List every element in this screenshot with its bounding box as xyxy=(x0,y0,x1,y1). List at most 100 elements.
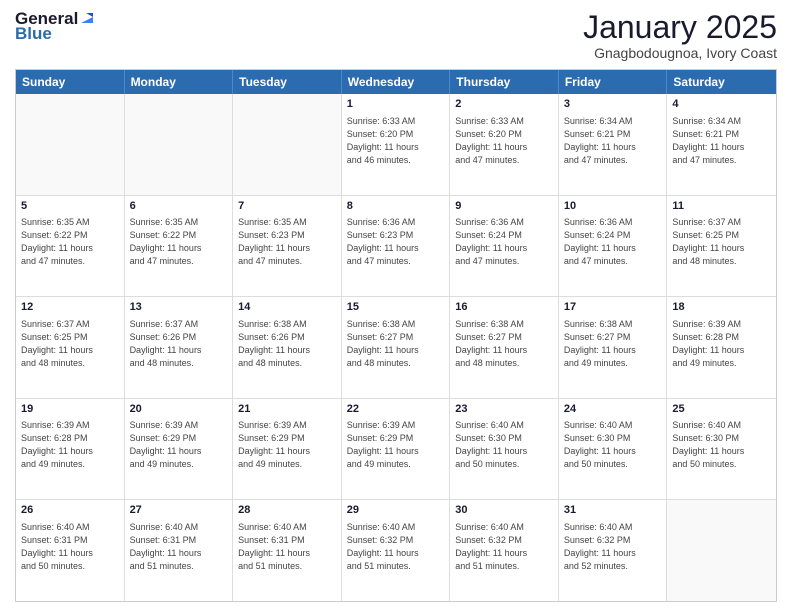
header-day-saturday: Saturday xyxy=(667,70,776,94)
day-cell-16: 16 Sunrise: 6:38 AM Sunset: 6:27 PM Dayli… xyxy=(450,297,559,398)
day-number: 20 xyxy=(130,402,228,417)
day-info: Sunrise: 6:37 AM Sunset: 6:26 PM Dayligh… xyxy=(130,318,228,370)
day-number: 9 xyxy=(455,199,553,214)
day-number: 11 xyxy=(672,199,771,214)
header-day-friday: Friday xyxy=(559,70,668,94)
day-cell-5: 5 Sunrise: 6:35 AM Sunset: 6:22 PM Daylig… xyxy=(16,196,125,297)
day-cell-4: 4 Sunrise: 6:34 AM Sunset: 6:21 PM Daylig… xyxy=(667,94,776,195)
day-info: Sunrise: 6:33 AM Sunset: 6:20 PM Dayligh… xyxy=(347,115,445,167)
day-cell-21: 21 Sunrise: 6:39 AM Sunset: 6:29 PM Dayli… xyxy=(233,399,342,500)
day-number: 18 xyxy=(672,300,771,315)
day-number: 23 xyxy=(455,402,553,417)
day-info: Sunrise: 6:38 AM Sunset: 6:26 PM Dayligh… xyxy=(238,318,336,370)
day-cell-3: 3Sunrise: 6:34 AM Sunset: 6:21 PM Daylig… xyxy=(559,94,668,195)
title-area: January 2025 Gnagbodougnoa, Ivory Coast xyxy=(583,10,777,61)
calendar-row-4: 26 Sunrise: 6:40 AM Sunset: 6:31 PM Dayli… xyxy=(16,500,776,601)
header-day-wednesday: Wednesday xyxy=(342,70,451,94)
day-number: 28 xyxy=(238,503,336,518)
day-number: 21 xyxy=(238,402,336,417)
day-info: Sunrise: 6:39 AM Sunset: 6:29 PM Dayligh… xyxy=(130,419,228,471)
empty-cell xyxy=(233,94,342,195)
day-info: Sunrise: 6:38 AM Sunset: 6:27 PM Dayligh… xyxy=(347,318,445,370)
day-cell-29: 29 Sunrise: 6:40 AM Sunset: 6:32 PM Dayli… xyxy=(342,500,451,601)
day-cell-15: 15 Sunrise: 6:38 AM Sunset: 6:27 PM Dayli… xyxy=(342,297,451,398)
header: General Blue January 2025 Gnagbodougnoa,… xyxy=(15,10,777,61)
day-info: Sunrise: 6:39 AM Sunset: 6:29 PM Dayligh… xyxy=(347,419,445,471)
calendar-row-0: 1Sunrise: 6:33 AM Sunset: 6:20 PM Daylig… xyxy=(16,94,776,196)
day-number: 29 xyxy=(347,503,445,518)
day-cell-14: 14 Sunrise: 6:38 AM Sunset: 6:26 PM Dayli… xyxy=(233,297,342,398)
day-info: Sunrise: 6:35 AM Sunset: 6:23 PM Dayligh… xyxy=(238,216,336,268)
day-number: 12 xyxy=(21,300,119,315)
empty-cell xyxy=(16,94,125,195)
day-number: 27 xyxy=(130,503,228,518)
day-cell-27: 27 Sunrise: 6:40 AM Sunset: 6:31 PM Dayli… xyxy=(125,500,234,601)
day-info: Sunrise: 6:40 AM Sunset: 6:31 PM Dayligh… xyxy=(130,521,228,573)
day-cell-17: 17Sunrise: 6:38 AM Sunset: 6:27 PM Dayli… xyxy=(559,297,668,398)
day-info: Sunrise: 6:34 AM Sunset: 6:21 PM Dayligh… xyxy=(564,115,662,167)
day-cell-1: 1Sunrise: 6:33 AM Sunset: 6:20 PM Daylig… xyxy=(342,94,451,195)
logo: General Blue xyxy=(15,10,93,42)
day-cell-6: 6Sunrise: 6:35 AM Sunset: 6:22 PM Daylig… xyxy=(125,196,234,297)
day-cell-24: 24Sunrise: 6:40 AM Sunset: 6:30 PM Dayli… xyxy=(559,399,668,500)
day-cell-18: 18 Sunrise: 6:39 AM Sunset: 6:28 PM Dayli… xyxy=(667,297,776,398)
header-day-sunday: Sunday xyxy=(16,70,125,94)
day-number: 15 xyxy=(347,300,445,315)
day-cell-9: 9 Sunrise: 6:36 AM Sunset: 6:24 PM Daylig… xyxy=(450,196,559,297)
day-info: Sunrise: 6:35 AM Sunset: 6:22 PM Dayligh… xyxy=(21,216,119,268)
day-cell-10: 10 Sunrise: 6:36 AM Sunset: 6:24 PM Dayli… xyxy=(559,196,668,297)
day-cell-2: 2Sunrise: 6:33 AM Sunset: 6:20 PM Daylig… xyxy=(450,94,559,195)
day-info: Sunrise: 6:40 AM Sunset: 6:32 PM Dayligh… xyxy=(347,521,445,573)
day-info: Sunrise: 6:40 AM Sunset: 6:30 PM Dayligh… xyxy=(672,419,771,471)
day-number: 2 xyxy=(455,97,553,112)
day-number: 10 xyxy=(564,199,662,214)
day-cell-20: 20 Sunrise: 6:39 AM Sunset: 6:29 PM Dayli… xyxy=(125,399,234,500)
day-number: 14 xyxy=(238,300,336,315)
day-info: Sunrise: 6:39 AM Sunset: 6:28 PM Dayligh… xyxy=(21,419,119,471)
day-number: 16 xyxy=(455,300,553,315)
day-cell-23: 23Sunrise: 6:40 AM Sunset: 6:30 PM Dayli… xyxy=(450,399,559,500)
calendar: SundayMondayTuesdayWednesdayThursdayFrid… xyxy=(15,69,777,602)
day-info: Sunrise: 6:40 AM Sunset: 6:31 PM Dayligh… xyxy=(21,521,119,573)
header-day-tuesday: Tuesday xyxy=(233,70,342,94)
day-info: Sunrise: 6:39 AM Sunset: 6:29 PM Dayligh… xyxy=(238,419,336,471)
day-number: 7 xyxy=(238,199,336,214)
day-cell-30: 30Sunrise: 6:40 AM Sunset: 6:32 PM Dayli… xyxy=(450,500,559,601)
empty-cell xyxy=(667,500,776,601)
day-info: Sunrise: 6:39 AM Sunset: 6:28 PM Dayligh… xyxy=(672,318,771,370)
day-number: 22 xyxy=(347,402,445,417)
day-number: 4 xyxy=(672,97,771,112)
day-cell-13: 13 Sunrise: 6:37 AM Sunset: 6:26 PM Dayli… xyxy=(125,297,234,398)
day-info: Sunrise: 6:34 AM Sunset: 6:21 PM Dayligh… xyxy=(672,115,771,167)
day-cell-8: 8Sunrise: 6:36 AM Sunset: 6:23 PM Daylig… xyxy=(342,196,451,297)
empty-cell xyxy=(125,94,234,195)
day-info: Sunrise: 6:36 AM Sunset: 6:24 PM Dayligh… xyxy=(455,216,553,268)
day-info: Sunrise: 6:36 AM Sunset: 6:24 PM Dayligh… xyxy=(564,216,662,268)
day-info: Sunrise: 6:37 AM Sunset: 6:25 PM Dayligh… xyxy=(21,318,119,370)
day-info: Sunrise: 6:40 AM Sunset: 6:32 PM Dayligh… xyxy=(455,521,553,573)
day-info: Sunrise: 6:36 AM Sunset: 6:23 PM Dayligh… xyxy=(347,216,445,268)
calendar-row-3: 19 Sunrise: 6:39 AM Sunset: 6:28 PM Dayli… xyxy=(16,399,776,501)
day-info: Sunrise: 6:38 AM Sunset: 6:27 PM Dayligh… xyxy=(455,318,553,370)
day-number: 19 xyxy=(21,402,119,417)
day-number: 26 xyxy=(21,503,119,518)
calendar-row-2: 12 Sunrise: 6:37 AM Sunset: 6:25 PM Dayli… xyxy=(16,297,776,399)
day-number: 5 xyxy=(21,199,119,214)
day-cell-26: 26 Sunrise: 6:40 AM Sunset: 6:31 PM Dayli… xyxy=(16,500,125,601)
day-info: Sunrise: 6:38 AM Sunset: 6:27 PM Dayligh… xyxy=(564,318,662,370)
logo-blue: Blue xyxy=(15,25,93,42)
day-cell-11: 11Sunrise: 6:37 AM Sunset: 6:25 PM Dayli… xyxy=(667,196,776,297)
logo-triangle-icon xyxy=(79,11,93,25)
header-day-thursday: Thursday xyxy=(450,70,559,94)
day-cell-19: 19 Sunrise: 6:39 AM Sunset: 6:28 PM Dayli… xyxy=(16,399,125,500)
day-cell-22: 22 Sunrise: 6:39 AM Sunset: 6:29 PM Dayli… xyxy=(342,399,451,500)
day-info: Sunrise: 6:35 AM Sunset: 6:22 PM Dayligh… xyxy=(130,216,228,268)
day-number: 25 xyxy=(672,402,771,417)
header-day-monday: Monday xyxy=(125,70,234,94)
location-subtitle: Gnagbodougnoa, Ivory Coast xyxy=(583,45,777,61)
day-number: 24 xyxy=(564,402,662,417)
logo-text: General Blue xyxy=(15,10,93,42)
day-number: 13 xyxy=(130,300,228,315)
month-title: January 2025 xyxy=(583,10,777,45)
day-cell-28: 28Sunrise: 6:40 AM Sunset: 6:31 PM Dayli… xyxy=(233,500,342,601)
